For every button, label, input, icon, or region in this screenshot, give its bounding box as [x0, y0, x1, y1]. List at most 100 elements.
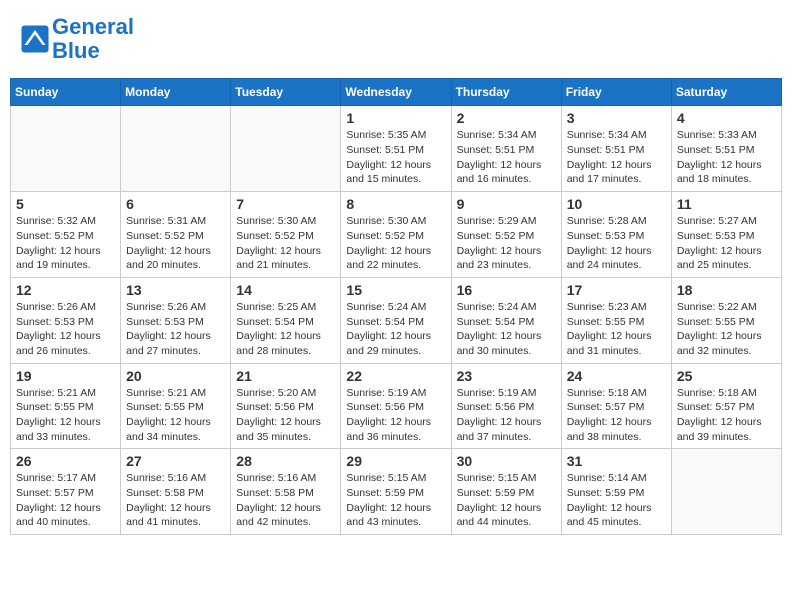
day-info: Sunrise: 5:18 AMSunset: 5:57 PMDaylight:…	[567, 386, 666, 445]
day-info: Sunrise: 5:15 AMSunset: 5:59 PMDaylight:…	[346, 471, 445, 530]
day-info: Sunrise: 5:16 AMSunset: 5:58 PMDaylight:…	[236, 471, 335, 530]
weekday-header: Friday	[561, 79, 671, 106]
day-number: 7	[236, 196, 335, 212]
day-info: Sunrise: 5:22 AMSunset: 5:55 PMDaylight:…	[677, 300, 776, 359]
day-number: 11	[677, 196, 776, 212]
calendar-cell: 19Sunrise: 5:21 AMSunset: 5:55 PMDayligh…	[11, 363, 121, 449]
weekday-header: Wednesday	[341, 79, 451, 106]
day-info: Sunrise: 5:34 AMSunset: 5:51 PMDaylight:…	[457, 128, 556, 187]
day-info: Sunrise: 5:26 AMSunset: 5:53 PMDaylight:…	[16, 300, 115, 359]
day-number: 28	[236, 453, 335, 469]
logo-text: General Blue	[52, 15, 134, 63]
day-number: 26	[16, 453, 115, 469]
day-info: Sunrise: 5:20 AMSunset: 5:56 PMDaylight:…	[236, 386, 335, 445]
day-info: Sunrise: 5:18 AMSunset: 5:57 PMDaylight:…	[677, 386, 776, 445]
day-number: 31	[567, 453, 666, 469]
calendar-cell: 12Sunrise: 5:26 AMSunset: 5:53 PMDayligh…	[11, 277, 121, 363]
weekday-header: Tuesday	[231, 79, 341, 106]
day-number: 5	[16, 196, 115, 212]
day-number: 9	[457, 196, 556, 212]
day-info: Sunrise: 5:34 AMSunset: 5:51 PMDaylight:…	[567, 128, 666, 187]
day-info: Sunrise: 5:25 AMSunset: 5:54 PMDaylight:…	[236, 300, 335, 359]
day-info: Sunrise: 5:30 AMSunset: 5:52 PMDaylight:…	[346, 214, 445, 273]
calendar-cell: 6 Sunrise: 5:31 AMSunset: 5:52 PMDaylight…	[121, 192, 231, 278]
calendar-cell: 27 Sunrise: 5:16 AMSunset: 5:58 PMDayligh…	[121, 449, 231, 535]
calendar-cell: 4 Sunrise: 5:33 AMSunset: 5:51 PMDaylight…	[671, 106, 781, 192]
calendar-cell: 8 Sunrise: 5:30 AMSunset: 5:52 PMDaylight…	[341, 192, 451, 278]
calendar-cell: 14 Sunrise: 5:25 AMSunset: 5:54 PMDayligh…	[231, 277, 341, 363]
day-info: Sunrise: 5:31 AMSunset: 5:52 PMDaylight:…	[126, 214, 225, 273]
day-number: 2	[457, 110, 556, 126]
day-info: Sunrise: 5:24 AMSunset: 5:54 PMDaylight:…	[346, 300, 445, 359]
day-info: Sunrise: 5:29 AMSunset: 5:52 PMDaylight:…	[457, 214, 556, 273]
calendar-cell: 18 Sunrise: 5:22 AMSunset: 5:55 PMDayligh…	[671, 277, 781, 363]
calendar-cell: 1 Sunrise: 5:35 AMSunset: 5:51 PMDaylight…	[341, 106, 451, 192]
calendar-cell: 2 Sunrise: 5:34 AMSunset: 5:51 PMDaylight…	[451, 106, 561, 192]
day-info: Sunrise: 5:14 AMSunset: 5:59 PMDaylight:…	[567, 471, 666, 530]
day-number: 13	[126, 282, 225, 298]
day-number: 30	[457, 453, 556, 469]
calendar-cell: 3 Sunrise: 5:34 AMSunset: 5:51 PMDaylight…	[561, 106, 671, 192]
day-number: 24	[567, 368, 666, 384]
calendar-cell: 29 Sunrise: 5:15 AMSunset: 5:59 PMDayligh…	[341, 449, 451, 535]
calendar-cell: 11 Sunrise: 5:27 AMSunset: 5:53 PMDayligh…	[671, 192, 781, 278]
day-info: Sunrise: 5:33 AMSunset: 5:51 PMDaylight:…	[677, 128, 776, 187]
calendar-cell	[121, 106, 231, 192]
calendar-cell: 26 Sunrise: 5:17 AMSunset: 5:57 PMDayligh…	[11, 449, 121, 535]
weekday-header: Thursday	[451, 79, 561, 106]
day-info: Sunrise: 5:28 AMSunset: 5:53 PMDaylight:…	[567, 214, 666, 273]
calendar-cell	[11, 106, 121, 192]
day-number: 25	[677, 368, 776, 384]
logo: General Blue	[20, 15, 134, 63]
day-info: Sunrise: 5:26 AMSunset: 5:53 PMDaylight:…	[126, 300, 225, 359]
day-number: 10	[567, 196, 666, 212]
calendar-cell	[671, 449, 781, 535]
calendar-cell: 15 Sunrise: 5:24 AMSunset: 5:54 PMDayligh…	[341, 277, 451, 363]
day-number: 22	[346, 368, 445, 384]
day-info: Sunrise: 5:27 AMSunset: 5:53 PMDaylight:…	[677, 214, 776, 273]
day-number: 20	[126, 368, 225, 384]
day-number: 21	[236, 368, 335, 384]
calendar-cell: 25 Sunrise: 5:18 AMSunset: 5:57 PMDayligh…	[671, 363, 781, 449]
page-header: General Blue	[10, 10, 782, 68]
day-number: 1	[346, 110, 445, 126]
calendar-cell: 17Sunrise: 5:23 AMSunset: 5:55 PMDayligh…	[561, 277, 671, 363]
logo-icon	[20, 24, 50, 54]
weekday-header: Saturday	[671, 79, 781, 106]
day-info: Sunrise: 5:17 AMSunset: 5:57 PMDaylight:…	[16, 471, 115, 530]
calendar-cell: 13 Sunrise: 5:26 AMSunset: 5:53 PMDayligh…	[121, 277, 231, 363]
day-number: 15	[346, 282, 445, 298]
day-info: Sunrise: 5:15 AMSunset: 5:59 PMDaylight:…	[457, 471, 556, 530]
calendar-cell: 10 Sunrise: 5:28 AMSunset: 5:53 PMDayligh…	[561, 192, 671, 278]
day-number: 19	[16, 368, 115, 384]
calendar-cell: 21 Sunrise: 5:20 AMSunset: 5:56 PMDayligh…	[231, 363, 341, 449]
day-info: Sunrise: 5:16 AMSunset: 5:58 PMDaylight:…	[126, 471, 225, 530]
calendar-cell: 28 Sunrise: 5:16 AMSunset: 5:58 PMDayligh…	[231, 449, 341, 535]
day-info: Sunrise: 5:30 AMSunset: 5:52 PMDaylight:…	[236, 214, 335, 273]
day-number: 6	[126, 196, 225, 212]
weekday-header: Sunday	[11, 79, 121, 106]
day-number: 23	[457, 368, 556, 384]
day-info: Sunrise: 5:32 AMSunset: 5:52 PMDaylight:…	[16, 214, 115, 273]
day-number: 14	[236, 282, 335, 298]
day-number: 27	[126, 453, 225, 469]
calendar-cell: 5 Sunrise: 5:32 AMSunset: 5:52 PMDaylight…	[11, 192, 121, 278]
day-info: Sunrise: 5:35 AMSunset: 5:51 PMDaylight:…	[346, 128, 445, 187]
day-number: 8	[346, 196, 445, 212]
calendar-cell: 7 Sunrise: 5:30 AMSunset: 5:52 PMDaylight…	[231, 192, 341, 278]
calendar-cell: 31 Sunrise: 5:14 AMSunset: 5:59 PMDayligh…	[561, 449, 671, 535]
calendar-cell: 23 Sunrise: 5:19 AMSunset: 5:56 PMDayligh…	[451, 363, 561, 449]
day-info: Sunrise: 5:19 AMSunset: 5:56 PMDaylight:…	[457, 386, 556, 445]
day-info: Sunrise: 5:19 AMSunset: 5:56 PMDaylight:…	[346, 386, 445, 445]
weekday-header: Monday	[121, 79, 231, 106]
calendar-cell: 9 Sunrise: 5:29 AMSunset: 5:52 PMDaylight…	[451, 192, 561, 278]
calendar: SundayMondayTuesdayWednesdayThursdayFrid…	[10, 78, 782, 535]
day-number: 4	[677, 110, 776, 126]
day-info: Sunrise: 5:21 AMSunset: 5:55 PMDaylight:…	[126, 386, 225, 445]
day-number: 18	[677, 282, 776, 298]
calendar-cell: 16Sunrise: 5:24 AMSunset: 5:54 PMDayligh…	[451, 277, 561, 363]
day-number: 3	[567, 110, 666, 126]
calendar-cell: 22 Sunrise: 5:19 AMSunset: 5:56 PMDayligh…	[341, 363, 451, 449]
day-number: 29	[346, 453, 445, 469]
day-info: Sunrise: 5:24 AMSunset: 5:54 PMDaylight:…	[457, 300, 556, 359]
